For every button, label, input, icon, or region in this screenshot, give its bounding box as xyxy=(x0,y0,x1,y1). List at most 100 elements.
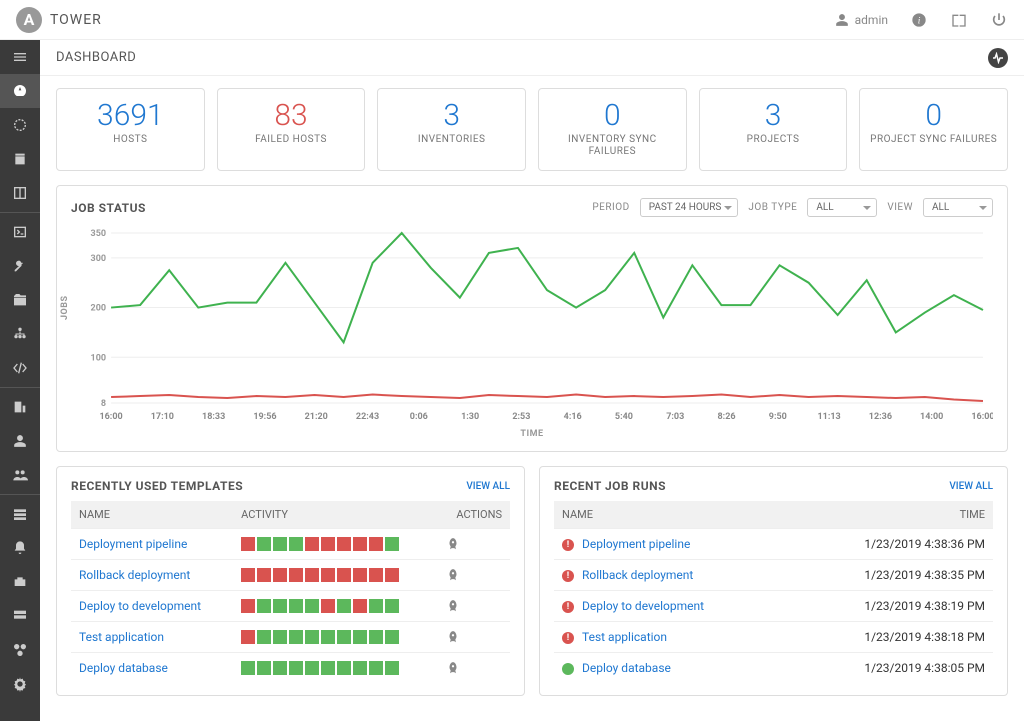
user-name: admin xyxy=(855,13,888,27)
stat-card[interactable]: 3 PROJECTS xyxy=(699,88,848,171)
view-select[interactable]: ALL xyxy=(923,198,993,217)
page-title-bar: DASHBOARD xyxy=(40,40,1024,76)
stat-value: 0 xyxy=(868,99,999,132)
sidebar-schedules[interactable] xyxy=(0,142,40,176)
jobrun-link[interactable]: Deploy to development xyxy=(582,599,704,613)
status-icon xyxy=(562,601,574,613)
sidebar-projects[interactable] xyxy=(0,283,40,317)
sidebar-menu-toggle[interactable] xyxy=(0,40,40,74)
sidebar-portal[interactable] xyxy=(0,176,40,210)
stat-label: INVENTORY SYNC FAILURES xyxy=(547,134,678,158)
svg-text:17:10: 17:10 xyxy=(151,412,174,422)
header-actions: admin i xyxy=(835,11,1008,29)
launch-icon[interactable] xyxy=(446,599,502,613)
templates-view-all[interactable]: VIEW ALL xyxy=(466,481,510,492)
jobrun-time: 1/23/2019 4:38:05 PM xyxy=(789,653,993,684)
launch-icon[interactable] xyxy=(446,630,502,644)
info-icon[interactable]: i xyxy=(910,11,928,29)
templates-table: NAME ACTIVITY ACTIONS Deployment pipelin… xyxy=(71,501,510,683)
sidebar xyxy=(0,40,40,721)
stats-row: 3691 HOSTS83 FAILED HOSTS3 INVENTORIES0 … xyxy=(56,88,1008,171)
jobrun-link[interactable]: Rollback deployment xyxy=(582,568,693,582)
template-link[interactable]: Deploy to development xyxy=(79,599,201,613)
status-icon xyxy=(562,570,574,582)
stat-card[interactable]: 3691 HOSTS xyxy=(56,88,205,171)
activity-stream-icon[interactable] xyxy=(988,48,1008,68)
jobtype-select[interactable]: ALL xyxy=(807,198,877,217)
jobrun-link[interactable]: Test application xyxy=(582,630,667,644)
sidebar-management-jobs[interactable] xyxy=(0,565,40,599)
table-row: Deployment pipeline 1/23/2019 4:38:36 PM xyxy=(554,529,993,560)
sidebar-inventories[interactable] xyxy=(0,317,40,351)
svg-text:18:33: 18:33 xyxy=(202,412,225,422)
template-link[interactable]: Deploy database xyxy=(79,661,168,675)
table-row: Rollback deployment 1/23/2019 4:38:35 PM xyxy=(554,560,993,591)
status-icon xyxy=(562,539,574,551)
templates-title: RECENTLY USED TEMPLATES xyxy=(71,479,243,493)
sidebar-settings[interactable] xyxy=(0,667,40,701)
stat-label: PROJECT SYNC FAILURES xyxy=(868,134,999,146)
jobrun-time: 1/23/2019 4:38:18 PM xyxy=(789,622,993,653)
view-label: VIEW xyxy=(887,202,913,213)
sidebar-dashboard[interactable] xyxy=(0,74,40,108)
svg-text:i: i xyxy=(918,16,921,26)
stat-card[interactable]: 83 FAILED HOSTS xyxy=(217,88,366,171)
svg-text:21:20: 21:20 xyxy=(305,412,328,422)
stat-card[interactable]: 0 PROJECT SYNC FAILURES xyxy=(859,88,1008,171)
docs-icon[interactable] xyxy=(950,11,968,29)
launch-icon[interactable] xyxy=(446,537,502,551)
sidebar-jobs[interactable] xyxy=(0,108,40,142)
sidebar-users[interactable] xyxy=(0,424,40,458)
power-icon[interactable] xyxy=(990,11,1008,29)
sidebar-credentials[interactable] xyxy=(0,249,40,283)
chart-x-label: TIME xyxy=(71,429,993,439)
sidebar-notifications[interactable] xyxy=(0,531,40,565)
stat-label: PROJECTS xyxy=(708,134,839,146)
table-row: Test application 1/23/2019 4:38:18 PM xyxy=(554,622,993,653)
svg-text:11:13: 11:13 xyxy=(818,412,841,422)
jobruns-title: RECENT JOB RUNS xyxy=(554,479,666,493)
sidebar-instance-groups[interactable] xyxy=(0,599,40,633)
sidebar-templates[interactable] xyxy=(0,215,40,249)
svg-text:2:53: 2:53 xyxy=(512,412,530,422)
svg-text:16:00: 16:00 xyxy=(971,412,993,422)
table-row: Rollback deployment xyxy=(71,560,510,591)
stat-label: INVENTORIES xyxy=(386,134,517,146)
template-link[interactable]: Test application xyxy=(79,630,164,644)
sidebar-applications[interactable] xyxy=(0,633,40,667)
templates-col-activity: ACTIVITY xyxy=(233,501,437,529)
jobrun-link[interactable]: Deploy database xyxy=(582,661,671,675)
svg-text:19:56: 19:56 xyxy=(253,412,276,422)
svg-text:350: 350 xyxy=(91,229,107,239)
sidebar-inventory-scripts[interactable] xyxy=(0,351,40,385)
svg-text:12:36: 12:36 xyxy=(869,412,892,422)
main-content: DASHBOARD 3691 HOSTS83 FAILED HOSTS3 INV… xyxy=(40,40,1024,721)
jobruns-table: NAME TIME Deployment pipeline 1/23/2019 … xyxy=(554,501,993,683)
stat-card[interactable]: 0 INVENTORY SYNC FAILURES xyxy=(538,88,687,171)
svg-text:1:30: 1:30 xyxy=(461,412,479,422)
sidebar-teams[interactable] xyxy=(0,458,40,492)
launch-icon[interactable] xyxy=(446,661,502,675)
period-select[interactable]: PAST 24 HOURS xyxy=(640,198,739,217)
activity-sparkline xyxy=(241,630,429,644)
templates-col-actions: ACTIONS xyxy=(438,501,510,529)
svg-text:9:50: 9:50 xyxy=(769,412,787,422)
launch-icon[interactable] xyxy=(446,568,502,582)
jobruns-view-all[interactable]: VIEW ALL xyxy=(949,481,993,492)
svg-text:14:00: 14:00 xyxy=(920,412,943,422)
jobrun-link[interactable]: Deployment pipeline xyxy=(582,537,690,551)
svg-text:4:16: 4:16 xyxy=(564,412,582,422)
chart-y-label: JOBS xyxy=(60,295,70,320)
stat-value: 83 xyxy=(226,99,357,132)
table-row: Test application xyxy=(71,622,510,653)
template-link[interactable]: Rollback deployment xyxy=(79,568,190,582)
stat-value: 3 xyxy=(708,99,839,132)
table-row: Deployment pipeline xyxy=(71,529,510,560)
sidebar-organizations[interactable] xyxy=(0,390,40,424)
template-link[interactable]: Deployment pipeline xyxy=(79,537,187,551)
current-user[interactable]: admin xyxy=(835,13,888,27)
jobtype-label: JOB TYPE xyxy=(748,202,797,213)
sidebar-credential-types[interactable] xyxy=(0,497,40,531)
svg-text:8: 8 xyxy=(101,399,106,409)
stat-card[interactable]: 3 INVENTORIES xyxy=(377,88,526,171)
